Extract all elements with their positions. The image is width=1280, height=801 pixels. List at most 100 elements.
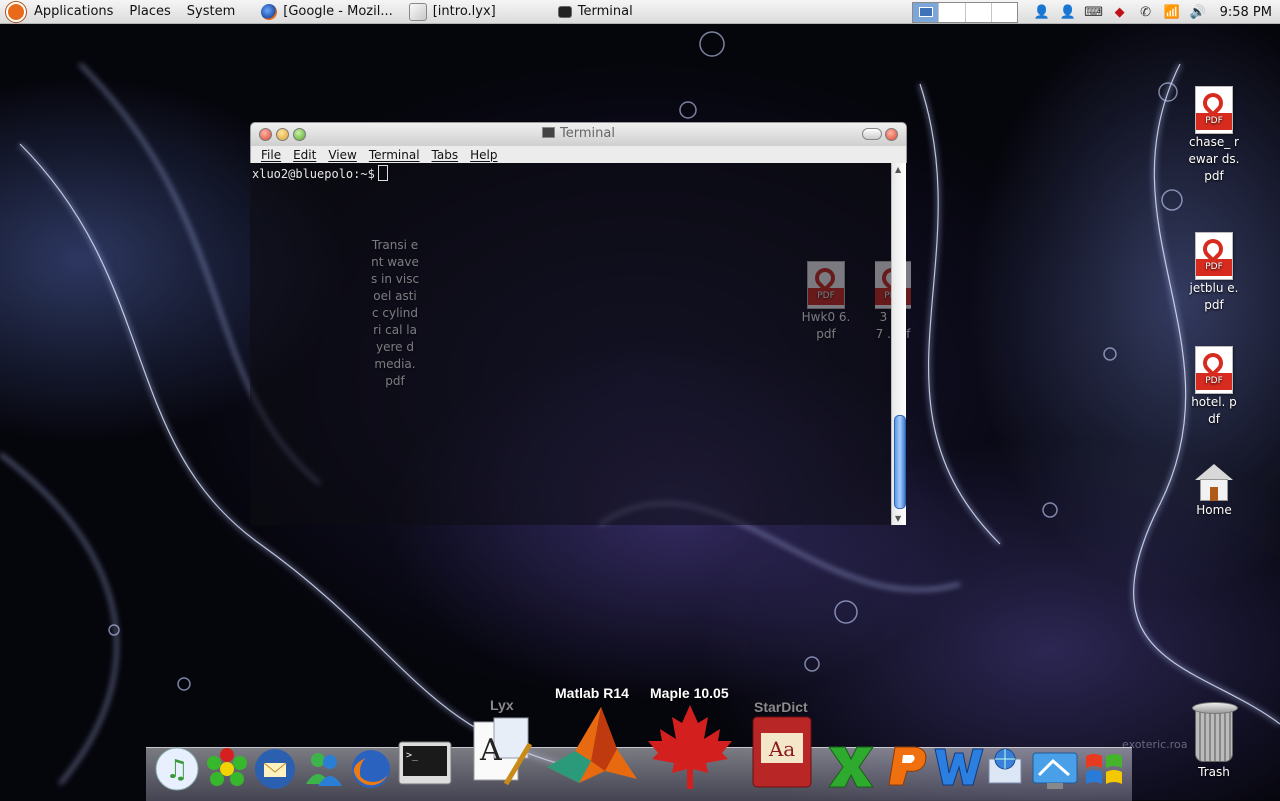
music-icon: ♫: [155, 747, 199, 791]
dock-label-maple: Maple 10.05: [650, 685, 729, 701]
workspace-2[interactable]: [939, 3, 966, 22]
svg-text:A: A: [479, 733, 502, 768]
desktop-icon-trash[interactable]: Trash: [1184, 700, 1244, 781]
menu-help[interactable]: Help: [464, 148, 503, 162]
dock-item-word[interactable]: [930, 738, 986, 794]
user-switch-icon[interactable]: 👤: [1060, 4, 1076, 20]
keyboard-icon[interactable]: ⌨: [1084, 4, 1103, 20]
messenger-people-icon: [306, 753, 342, 786]
prompt-text: xluo2@bluepolo:~$: [252, 167, 375, 181]
window-title: Terminal: [251, 126, 906, 141]
workspace-3[interactable]: [966, 3, 992, 22]
desktop-icon-hwk06: Hwk0 6.pdf: [800, 261, 852, 343]
desktop-icon-label: Hwk0 6.pdf: [801, 310, 851, 341]
menu-tabs[interactable]: Tabs: [426, 148, 465, 162]
desktop-icon-label: Home: [1196, 503, 1232, 517]
dock-item-firefox[interactable]: [346, 744, 396, 794]
scroll-down-icon[interactable]: ▼: [895, 514, 901, 523]
dock-label-matlab: Matlab R14: [555, 685, 629, 701]
desktop-icon-chase-rewards[interactable]: chase_ rewar ds.pdf: [1188, 86, 1240, 185]
window-title-text: Terminal: [560, 126, 615, 141]
excel-x-icon: [828, 746, 874, 788]
user-icon[interactable]: 👤: [1034, 4, 1050, 20]
taskbar-item-firefox[interactable]: [Google - Mozil...: [253, 0, 400, 24]
desktop-icon-home[interactable]: Home: [1188, 464, 1240, 519]
dock-item-lyx[interactable]: A: [462, 712, 540, 790]
icq-flower-icon: [207, 748, 247, 786]
terminal-titlebar[interactable]: Terminal: [250, 122, 907, 146]
pdf-icon: [1195, 232, 1233, 280]
scrollbar-thumb[interactable]: [894, 415, 906, 509]
dictionary-book-icon: Aa: [752, 716, 812, 788]
network-computer-icon: [988, 748, 1022, 784]
pdf-icon: [1195, 86, 1233, 134]
shade-button[interactable]: [862, 128, 882, 140]
powerpoint-p-icon: [888, 746, 927, 786]
trash-icon: [1188, 700, 1240, 764]
menu-places[interactable]: Places: [121, 0, 178, 24]
clock[interactable]: 9:58 PM: [1220, 5, 1272, 20]
remote-desktop-icon: [1032, 752, 1078, 789]
dock-item-windows[interactable]: [1078, 744, 1130, 794]
word-w-icon: [934, 748, 984, 786]
terminal-scrollbar[interactable]: ▲ ▼: [891, 163, 906, 525]
pdf-icon: [807, 261, 845, 309]
svg-text:Aa: Aa: [768, 737, 795, 761]
desktop-icon-label: chase_ rewar ds.pdf: [1188, 135, 1240, 183]
dock-item-itunes[interactable]: ♫: [152, 744, 202, 794]
phone-icon[interactable]: ✆: [1138, 4, 1154, 20]
taskbar-item-lyx[interactable]: [intro.lyx]: [401, 0, 504, 24]
dock-item-stardict[interactable]: Aa: [746, 712, 818, 792]
workspace-4[interactable]: [992, 3, 1017, 22]
home-folder-icon: [1195, 464, 1233, 502]
text-cursor: [377, 165, 388, 181]
dock-item-network[interactable]: [980, 744, 1030, 794]
terminal-body[interactable]: xluo2@bluepolo:~$ Transi ent waves in vi…: [250, 163, 911, 525]
volume-icon[interactable]: 🔊: [1190, 4, 1206, 20]
terminal-menubar: File Edit View Terminal Tabs Help: [250, 146, 907, 163]
desktop-icon-transient-waves: Transi ent waves in viscoel astic cylind…: [370, 237, 420, 390]
dock-item-messenger[interactable]: [298, 744, 348, 794]
dock-item-icq[interactable]: [202, 744, 252, 794]
wifi-icon[interactable]: 📶: [1164, 4, 1180, 20]
dock-item-maple[interactable]: [642, 700, 738, 792]
desktop-icon-label: Trash: [1198, 765, 1230, 779]
close-icon[interactable]: [885, 128, 898, 141]
desktop-icon-hotel[interactable]: hotel. pdf: [1188, 346, 1240, 428]
dock-item-excel[interactable]: [822, 738, 878, 794]
terminal-icon: [542, 127, 556, 138]
matlab-membrane-icon: [547, 707, 637, 783]
ruby-gem-icon[interactable]: ◆: [1112, 4, 1128, 20]
menu-file[interactable]: File: [255, 148, 287, 162]
maple-leaf-icon: [648, 705, 732, 789]
desktop-icon-jetblue[interactable]: jetblu e.pdf: [1188, 232, 1240, 314]
taskbar-item-label: Terminal: [577, 4, 633, 19]
terminal-icon: >_: [398, 741, 452, 785]
dock-item-remote-desktop[interactable]: [1028, 744, 1082, 794]
terminal-window[interactable]: Terminal File Edit View Terminal Tabs He…: [250, 122, 911, 525]
dock-item-powerpoint[interactable]: [878, 738, 934, 794]
dock-item-thunderbird[interactable]: [250, 744, 300, 794]
pdf-icon: [1195, 346, 1233, 394]
dock-label-lyx: Lyx: [490, 697, 514, 713]
lyx-icon: [408, 2, 427, 21]
taskbar-item-terminal[interactable]: Terminal: [550, 0, 641, 24]
dock-item-matlab[interactable]: [544, 700, 640, 790]
desktop-icon-label: Transi ent waves in viscoel astic cylind…: [370, 238, 420, 388]
svg-text:♫: ♫: [165, 755, 188, 785]
menu-edit[interactable]: Edit: [287, 148, 322, 162]
menu-system[interactable]: System: [179, 0, 243, 24]
desktop-icon-label: hotel. pdf: [1191, 395, 1237, 426]
menu-view[interactable]: View: [322, 148, 362, 162]
menu-terminal[interactable]: Terminal: [363, 148, 426, 162]
dock-item-terminal[interactable]: >_: [396, 738, 454, 790]
workspace-switcher[interactable]: [912, 2, 1018, 23]
workspace-1[interactable]: [913, 3, 940, 22]
scroll-up-icon[interactable]: ▲: [895, 165, 901, 174]
menu-applications[interactable]: Applications: [26, 0, 121, 24]
mail-bird-icon: [255, 749, 295, 789]
taskbar-item-label: [Google - Mozil...: [283, 4, 393, 19]
svg-text:>_: >_: [406, 750, 419, 761]
taskbar-item-label: [intro.lyx]: [432, 4, 496, 19]
ubuntu-logo-icon[interactable]: [6, 1, 26, 22]
